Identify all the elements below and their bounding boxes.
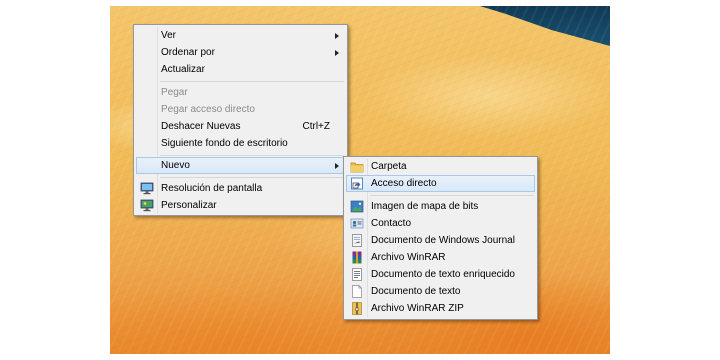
submenu-arrow-icon <box>335 33 339 39</box>
journal-document-icon <box>352 234 362 247</box>
menu-item-ordenar-por[interactable]: Ordenar por <box>136 44 345 61</box>
submenu-item-documento-texto[interactable]: Documento de texto <box>346 283 535 300</box>
menu-item-label: Archivo WinRAR <box>371 252 446 263</box>
menu-item-shortcut: Ctrl+Z <box>302 121 331 132</box>
desktop-context-menu: Ver Ordenar por Actualizar Pegar Pegar a… <box>133 24 348 216</box>
menu-item-deshacer[interactable]: Deshacer Nuevas Ctrl+Z <box>136 118 345 135</box>
menu-separator <box>160 155 344 156</box>
rich-text-document-icon <box>352 268 362 281</box>
display-settings-icon <box>140 182 154 195</box>
shortcut-icon <box>351 177 363 190</box>
submenu-arrow-icon <box>335 163 339 169</box>
menu-item-label: Documento de Windows Journal <box>371 235 515 246</box>
submenu-item-contacto[interactable]: Contacto <box>346 215 535 232</box>
folder-icon <box>350 162 364 173</box>
menu-item-label: Ordenar por <box>161 47 215 58</box>
menu-separator <box>160 177 344 178</box>
menu-item-label: Actualizar <box>161 64 205 75</box>
bitmap-image-icon <box>350 200 364 213</box>
menu-item-pegar[interactable]: Pegar <box>136 84 345 101</box>
menu-item-label: Archivo WinRAR ZIP <box>371 303 464 314</box>
menu-item-label: Resolución de pantalla <box>161 183 263 194</box>
menu-item-siguiente-fondo[interactable]: Siguiente fondo de escritorio <box>136 135 345 152</box>
menu-item-ver[interactable]: Ver <box>136 27 345 44</box>
menu-item-actualizar[interactable]: Actualizar <box>136 61 345 78</box>
submenu-item-windows-journal[interactable]: Documento de Windows Journal <box>346 232 535 249</box>
menu-item-label: Ver <box>161 30 177 41</box>
winrar-zip-icon <box>352 302 362 315</box>
menu-item-label: Documento de texto <box>371 286 461 297</box>
winrar-archive-icon <box>352 251 362 264</box>
menu-item-label: Documento de texto enriquecido <box>371 269 515 280</box>
contact-icon <box>350 218 364 229</box>
menu-item-label: Siguiente fondo de escritorio <box>161 138 288 149</box>
submenu-item-texto-enriquecido[interactable]: Documento de texto enriquecido <box>346 266 535 283</box>
menu-item-label: Deshacer Nuevas <box>161 121 241 132</box>
menu-item-resolucion-pantalla[interactable]: Resolución de pantalla <box>136 180 345 197</box>
menu-item-label: Pegar <box>161 87 188 98</box>
menu-item-personalizar[interactable]: Personalizar <box>136 197 345 214</box>
menu-separator <box>370 195 534 196</box>
submenu-item-acceso-directo[interactable]: Acceso directo <box>346 175 535 192</box>
submenu-item-archivo-winrar[interactable]: Archivo WinRAR <box>346 249 535 266</box>
menu-item-label: Contacto <box>371 218 412 229</box>
menu-item-label: Imagen de mapa de bits <box>371 201 479 212</box>
new-submenu: Carpeta Acceso directo Imagen de mapa de… <box>343 156 538 320</box>
submenu-item-carpeta[interactable]: Carpeta <box>346 158 535 175</box>
menu-item-label: Acceso directo <box>371 178 437 189</box>
submenu-item-imagen-mapa-bits[interactable]: Imagen de mapa de bits <box>346 198 535 215</box>
menu-item-nuevo[interactable]: Nuevo <box>136 157 345 174</box>
menu-separator <box>160 81 344 82</box>
menu-item-pegar-acceso-directo[interactable]: Pegar acceso directo <box>136 101 345 118</box>
menu-item-label: Carpeta <box>371 161 407 172</box>
text-document-icon <box>352 285 362 298</box>
menu-item-label: Pegar acceso directo <box>161 104 255 115</box>
personalize-icon <box>140 199 154 212</box>
menu-item-label: Nuevo <box>161 160 190 171</box>
menu-item-label: Personalizar <box>161 200 217 211</box>
submenu-item-winrar-zip[interactable]: Archivo WinRAR ZIP <box>346 300 535 317</box>
submenu-arrow-icon <box>335 50 339 56</box>
